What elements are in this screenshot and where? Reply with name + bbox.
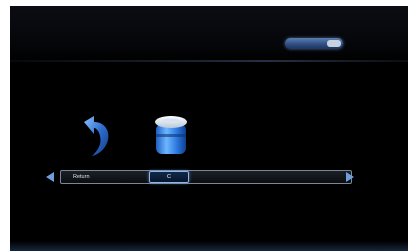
tv-menu-screen: Return C: [10, 6, 408, 251]
selector-highlight[interactable]: C: [149, 171, 189, 183]
header-divider: [10, 60, 408, 62]
status-indicator-cap: [327, 40, 341, 47]
scroll-left-arrow-icon[interactable]: [46, 172, 54, 182]
scroll-right-arrow-icon[interactable]: [346, 172, 354, 182]
selector-bar[interactable]: Return C: [60, 170, 352, 184]
selector-label: Return: [73, 174, 90, 180]
selector-value: C: [167, 174, 171, 180]
trash-can-icon[interactable]: [153, 114, 189, 156]
return-arrow-icon[interactable]: [80, 116, 112, 156]
status-indicator: [285, 38, 343, 49]
bottom-glow: [10, 241, 408, 251]
header-band: [10, 6, 408, 62]
